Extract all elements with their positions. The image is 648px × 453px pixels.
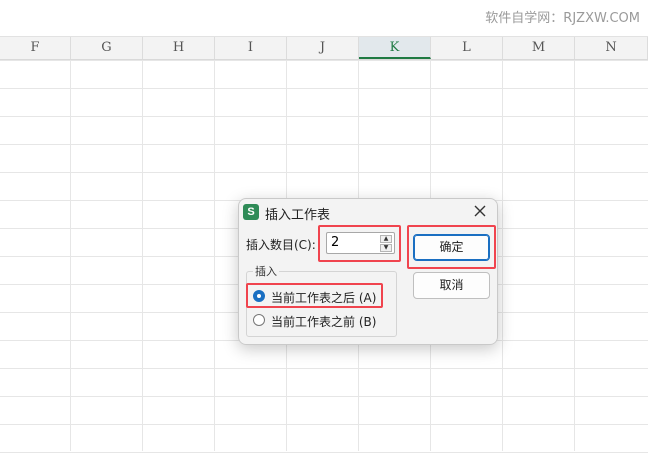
- radio-after[interactable]: [253, 290, 265, 302]
- grid-row-line: [0, 116, 648, 117]
- grid-column-line: [574, 60, 575, 451]
- insert-sheet-dialog: S 插入工作表 插入数目(C): 2 ▲ ▼ 插入 当前工作表之后 (A) 当前…: [238, 198, 498, 345]
- insert-count-label: 插入数目(C):: [246, 238, 316, 252]
- option-before-label: 当前工作表之前 (B): [271, 315, 377, 329]
- grid-row-line: [0, 396, 648, 397]
- column-header-row: F G H I J K L M N: [0, 37, 648, 60]
- grid-row-line: [0, 424, 648, 425]
- radio-before[interactable]: [253, 314, 265, 326]
- column-header-h[interactable]: H: [143, 37, 215, 59]
- grid-row-line: [0, 144, 648, 145]
- grid-row-line: [0, 172, 648, 173]
- stepper-down-icon[interactable]: ▼: [380, 244, 392, 252]
- dialog-title: 插入工作表: [265, 208, 331, 223]
- column-header-g[interactable]: G: [71, 37, 143, 59]
- cancel-button[interactable]: 取消: [413, 272, 490, 299]
- grid-column-line: [142, 60, 143, 451]
- close-icon[interactable]: [471, 202, 489, 220]
- ok-button[interactable]: 确定: [413, 234, 490, 261]
- stepper-up-icon[interactable]: ▲: [380, 235, 392, 243]
- grid-column-line: [214, 60, 215, 451]
- column-header-f[interactable]: F: [0, 37, 71, 59]
- grid-row-line: [0, 60, 648, 61]
- column-header-n[interactable]: N: [575, 37, 648, 59]
- app-logo-icon: S: [243, 204, 259, 220]
- insert-count-stepper[interactable]: 2 ▲ ▼: [326, 232, 395, 254]
- grid-row-line: [0, 368, 648, 369]
- insert-count-value[interactable]: 2: [331, 235, 339, 250]
- column-header-i[interactable]: I: [215, 37, 287, 59]
- grid-row-line: [0, 88, 648, 89]
- watermark-bar: 软件自学网：RJZXW.COM: [0, 0, 648, 37]
- column-header-m[interactable]: M: [503, 37, 575, 59]
- grid-column-line: [70, 60, 71, 451]
- option-after-label: 当前工作表之后 (A): [271, 291, 377, 305]
- watermark-text: 软件自学网：RJZXW.COM: [485, 11, 640, 26]
- column-header-j[interactable]: J: [287, 37, 359, 59]
- grid-column-line: [502, 60, 503, 451]
- insert-position-group-label: 插入: [253, 263, 279, 279]
- column-header-k[interactable]: K: [359, 37, 431, 59]
- column-header-l[interactable]: L: [431, 37, 503, 59]
